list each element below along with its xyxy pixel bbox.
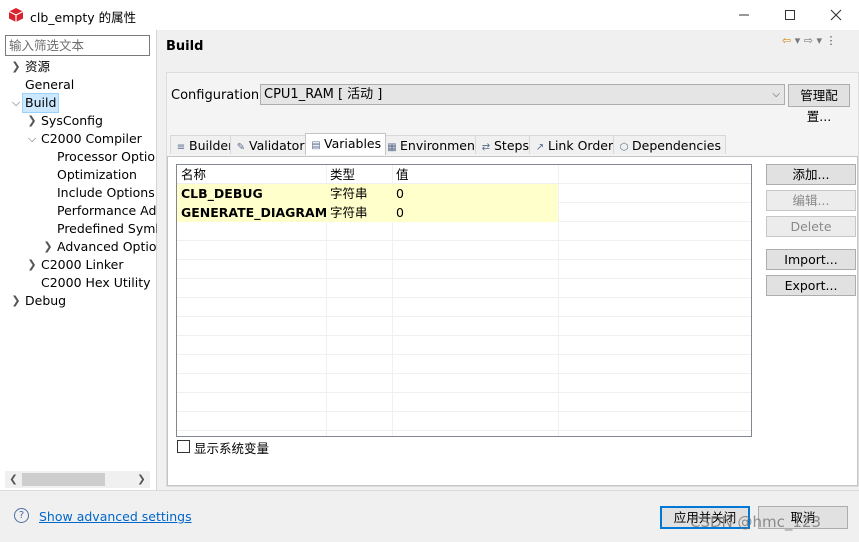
show-system-variables-label: 显示系统变量 — [194, 441, 270, 456]
steps-icon: ⇄ — [481, 142, 491, 153]
edit-button[interactable]: 编辑... — [766, 190, 856, 211]
show-advanced-settings-link[interactable]: Show advanced settings — [39, 509, 192, 524]
forward-arrow-icon[interactable]: ⇨ — [804, 34, 813, 47]
properties-sidebar: ❯ 资源 General ⌵ Build ❯ SysConfig ⌵ C2000… — [0, 30, 159, 490]
scroll-right-icon[interactable]: ❯ — [133, 471, 150, 488]
back-dropdown-icon[interactable]: ▾ — [795, 34, 801, 47]
history-navigation[interactable]: ⇦ ▾ ⇨ ▾ ⋮ — [782, 34, 837, 47]
variable-name: GENERATE_DIAGRAM — [177, 203, 327, 222]
maximize-icon — [785, 10, 795, 20]
cancel-button[interactable]: 取消 — [758, 506, 848, 529]
build-properties-panel: Build ⇦ ▾ ⇨ ▾ ⋮ Configuration: CPU1_RAM … — [157, 30, 859, 490]
chevron-down-icon[interactable]: ⌵ — [26, 130, 38, 148]
configuration-label: Configuration: — [171, 88, 264, 103]
variable-name: CLB_DEBUG — [177, 184, 326, 203]
table-row[interactable]: GENERATE_DIAGRAM 字符串 0 — [177, 203, 751, 222]
tree-item-performance[interactable]: Performance Ad — [57, 202, 156, 220]
chevron-right-icon[interactable]: ❯ — [42, 238, 54, 256]
variables-table[interactable]: 名称 类型 值 CLB_DEBUG 字符串 0 GENERATE_DIAGRAM… — [176, 164, 752, 437]
scroll-left-icon[interactable]: ❮ — [5, 471, 22, 488]
add-button[interactable]: 添加... — [766, 164, 856, 185]
variable-value: 0 — [392, 184, 558, 203]
title-bar: clb_empty 的属性 — [0, 0, 859, 30]
dialog-footer: ? Show advanced settings 应用并关闭 取消 CSDN @… — [0, 490, 859, 542]
chevron-right-icon[interactable]: ❯ — [10, 58, 22, 76]
configuration-value: CPU1_RAM [ 活动 ] — [264, 87, 383, 102]
table-row[interactable]: CLB_DEBUG 字符串 0 — [177, 184, 751, 203]
variable-type: 字符串 — [326, 203, 392, 222]
apply-and-close-button[interactable]: 应用并关闭 — [660, 506, 750, 529]
tab-link-order[interactable]: ↗ Link Order — [529, 135, 619, 154]
tree-item-optimization[interactable]: Optimization — [57, 166, 137, 184]
tree-item-processor-options[interactable]: Processor Optio — [57, 148, 155, 166]
tree-item-include-options[interactable]: Include Options — [57, 184, 155, 202]
tab-steps[interactable]: ⇄ Steps — [475, 135, 534, 154]
tab-builder[interactable]: ≡ Builder — [170, 135, 239, 154]
chevron-down-icon[interactable]: ⌵ — [10, 94, 22, 112]
window-title: clb_empty 的属性 — [30, 10, 137, 25]
back-arrow-icon[interactable]: ⇦ — [782, 34, 791, 47]
chevron-down-icon: ⌵ — [772, 89, 780, 100]
minimize-icon — [739, 14, 749, 16]
environment-icon: ▦ — [387, 142, 397, 153]
builder-icon: ≡ — [176, 142, 186, 153]
tree-item-general[interactable]: General — [25, 76, 74, 94]
horizontal-scrollbar[interactable]: ❮ ❯ — [5, 471, 150, 488]
content-area: Configuration: CPU1_RAM [ 活动 ] ⌵ 管理配置...… — [166, 72, 859, 487]
variable-type: 字符串 — [326, 184, 392, 203]
minimize-button[interactable] — [721, 0, 767, 30]
view-menu-icon[interactable]: ⋮ — [826, 34, 837, 47]
column-header-name[interactable]: 名称 — [177, 165, 326, 184]
import-button[interactable]: Import... — [766, 249, 856, 270]
tree-item-c2000-hex-utility[interactable]: C2000 Hex Utility — [41, 274, 151, 292]
export-button[interactable]: Export... — [766, 275, 856, 296]
page-title: Build — [166, 39, 204, 54]
tree-item-predefined-symbols[interactable]: Predefined Syml — [57, 220, 159, 238]
table-header-row: 名称 类型 值 — [177, 165, 751, 184]
manage-configurations-button[interactable]: 管理配置... — [788, 84, 850, 124]
link-order-icon: ↗ — [535, 142, 545, 153]
help-icon[interactable]: ? — [14, 508, 29, 523]
chevron-right-icon[interactable]: ❯ — [26, 112, 38, 130]
variable-value: 0 — [392, 203, 558, 222]
close-button[interactable] — [813, 0, 859, 30]
filter-input[interactable] — [5, 35, 150, 56]
chevron-right-icon[interactable]: ❯ — [26, 256, 38, 274]
scrollbar-thumb[interactable] — [22, 473, 105, 486]
maximize-button[interactable] — [767, 0, 813, 30]
tab-dependencies[interactable]: ⬡ Dependencies — [613, 135, 726, 154]
validator-icon: ✎ — [236, 142, 246, 153]
tab-environment[interactable]: ▦ Environment — [381, 135, 485, 154]
column-header-value[interactable]: 值 — [392, 165, 558, 184]
configuration-select[interactable]: CPU1_RAM [ 活动 ] ⌵ — [260, 84, 785, 105]
variables-icon: ▤ — [311, 140, 321, 151]
chevron-right-icon[interactable]: ❯ — [10, 292, 22, 310]
variables-tab-panel: 名称 类型 值 CLB_DEBUG 字符串 0 GENERATE_DIAGRAM… — [167, 156, 858, 486]
close-icon — [830, 9, 842, 21]
package-icon — [8, 8, 24, 22]
dependencies-icon: ⬡ — [619, 142, 629, 153]
tab-validator[interactable]: ✎ Validator — [230, 135, 310, 154]
delete-button[interactable]: Delete — [766, 216, 856, 237]
tab-variables[interactable]: ▤ Variables — [305, 133, 387, 155]
forward-dropdown-icon[interactable]: ▾ — [816, 34, 822, 47]
show-system-variables-checkbox[interactable] — [177, 440, 190, 453]
column-header-type[interactable]: 类型 — [326, 165, 392, 184]
